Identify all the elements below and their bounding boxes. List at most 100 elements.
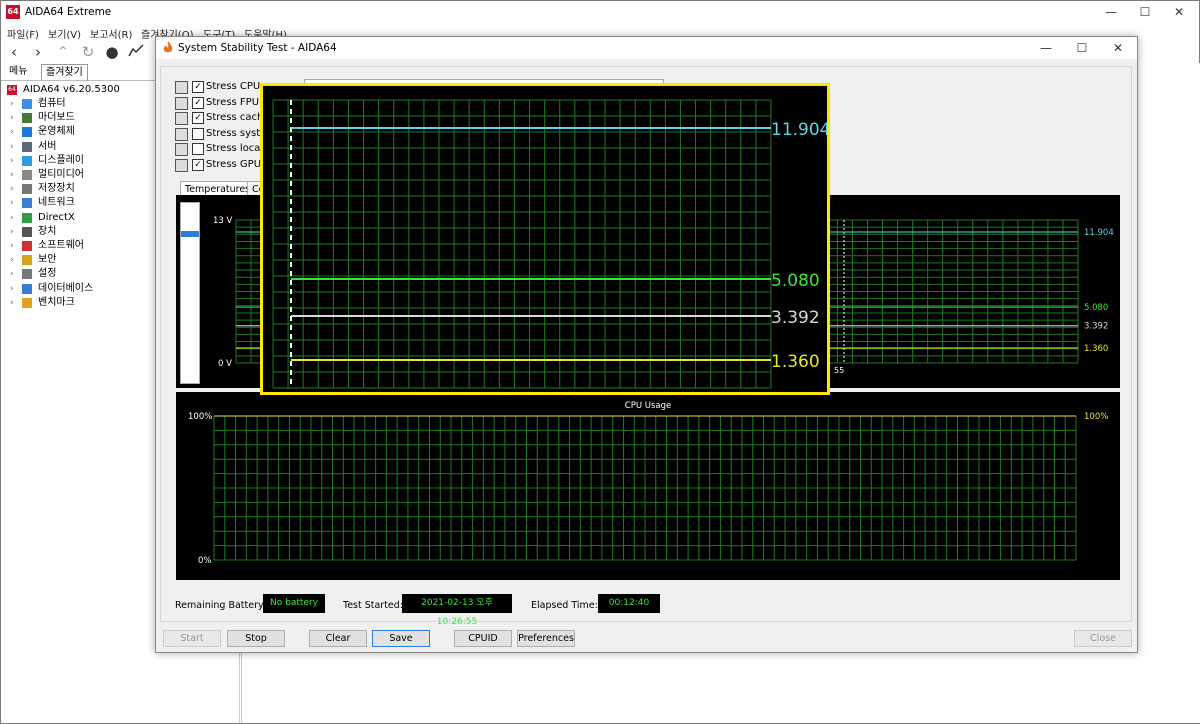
tree-item-label: 운영체제 xyxy=(38,126,75,138)
expand-chevron-icon[interactable]: › xyxy=(10,211,14,225)
user-icon[interactable]: ● xyxy=(103,43,121,61)
expand-chevron-icon[interactable]: › xyxy=(10,282,14,296)
category-icon xyxy=(22,241,32,251)
expand-chevron-icon[interactable]: › xyxy=(10,154,14,168)
aida64-icon: 64 xyxy=(7,85,17,95)
expand-chevron-icon[interactable]: › xyxy=(10,168,14,182)
menu-file[interactable]: 파일(F) xyxy=(7,26,39,41)
close-button[interactable]: Close xyxy=(1074,630,1132,647)
dialog-close-button[interactable]: ✕ xyxy=(1108,39,1128,57)
expand-chevron-icon[interactable]: › xyxy=(10,182,14,196)
battery-value: No battery xyxy=(263,594,325,613)
category-icon xyxy=(22,127,32,138)
start-button[interactable]: Start xyxy=(163,630,221,647)
tab-favorites[interactable]: 즐겨찾기 xyxy=(41,64,88,80)
expand-chevron-icon[interactable]: › xyxy=(10,253,14,267)
expand-chevron-icon[interactable]: › xyxy=(10,296,14,310)
chart-title: CPU Usage xyxy=(625,401,671,411)
category-icon xyxy=(22,99,32,109)
preferences-button[interactable]: Preferences xyxy=(517,630,575,647)
clear-button[interactable]: Clear xyxy=(309,630,367,647)
category-icon xyxy=(22,184,32,195)
tree-item-label: 컴퓨터 xyxy=(38,98,66,109)
menu-report[interactable]: 보고서(R) xyxy=(90,26,132,41)
up-icon[interactable]: ⌃ xyxy=(54,43,72,61)
series-value-label: 1.360 xyxy=(1084,344,1108,354)
device-icon xyxy=(175,159,188,172)
zoom-value-label: 5.080 xyxy=(771,271,820,291)
expand-chevron-icon[interactable]: › xyxy=(10,125,14,139)
series-value-label: 5.080 xyxy=(1084,303,1108,313)
device-icon xyxy=(175,112,188,126)
tree-item-label: 설정 xyxy=(38,268,57,280)
save-button[interactable]: Save xyxy=(372,630,430,647)
dialog-title: System Stability Test - AIDA64 xyxy=(178,42,337,54)
main-minimize-button[interactable]: — xyxy=(1101,3,1121,21)
category-icon xyxy=(22,283,32,294)
forward-icon[interactable]: › xyxy=(29,43,47,61)
graph-scroll-strip[interactable] xyxy=(180,202,200,384)
expand-chevron-icon[interactable]: › xyxy=(10,140,14,154)
zoom-value-label: 3.392 xyxy=(771,308,820,328)
stress-checkbox[interactable]: ✓ xyxy=(192,81,204,93)
tree-item-label: 저장장치 xyxy=(38,183,75,195)
expand-chevron-icon[interactable]: › xyxy=(10,196,14,210)
device-icon xyxy=(175,127,188,141)
zoom-inset-graph: 11.904 5.080 3.392 1.360 xyxy=(272,99,830,389)
stress-option-label: Stress CPU xyxy=(206,81,261,92)
category-icon xyxy=(22,198,32,209)
tree-item-label: 소프트웨어 xyxy=(38,240,84,251)
main-close-button[interactable]: ✕ xyxy=(1169,3,1189,21)
stress-checkbox[interactable]: ✓ xyxy=(192,159,204,171)
category-icon xyxy=(22,212,32,223)
test-started-value: 2021-02-13 오후 10:26:55 xyxy=(402,594,512,627)
expand-chevron-icon[interactable]: › xyxy=(10,97,14,111)
y-axis-top-label: 100% xyxy=(188,412,212,422)
stress-checkbox[interactable] xyxy=(192,143,204,156)
category-icon xyxy=(22,113,32,124)
stop-button[interactable]: Stop xyxy=(227,630,285,647)
chart-icon[interactable] xyxy=(127,43,145,61)
expand-chevron-icon[interactable]: › xyxy=(10,111,14,125)
cpuid-button[interactable]: CPUID xyxy=(454,630,512,647)
flame-icon xyxy=(163,41,173,53)
test-started-label: Test Started: xyxy=(343,600,404,611)
expand-chevron-icon[interactable]: › xyxy=(10,225,14,239)
graph-scroll-thumb[interactable] xyxy=(181,231,199,237)
zoom-value-label: 11.904 xyxy=(771,120,827,140)
back-icon[interactable]: ‹ xyxy=(5,43,23,61)
series-value-label: 3.392 xyxy=(1084,322,1108,332)
tree-root-label: AIDA64 v6.20.5300 xyxy=(23,84,120,95)
series-value-label: 11.904 xyxy=(1084,228,1114,238)
tree-item-label: 마더보드 xyxy=(38,112,75,124)
cpu-usage-graph-svg: 100% CPU Usage 100% 0% xyxy=(188,401,1108,566)
refresh-icon[interactable]: ↻ xyxy=(79,43,97,61)
battery-label: Remaining Battery: xyxy=(175,600,267,611)
category-icon xyxy=(22,155,32,166)
device-icon xyxy=(175,96,188,110)
dialog-maximize-button[interactable]: ☐ xyxy=(1072,39,1092,57)
stress-checkbox[interactable]: ✓ xyxy=(192,96,204,109)
category-icon xyxy=(22,269,32,280)
category-icon xyxy=(22,297,32,308)
elapsed-time-label: Elapsed Time: xyxy=(531,600,598,611)
stress-checkbox[interactable]: ✓ xyxy=(192,112,204,125)
aida64-app-icon: 64 xyxy=(6,5,20,19)
tree-item-label: 멀티미디어 xyxy=(38,169,84,180)
tree-item-label: 벤치마크 xyxy=(38,296,75,308)
menu-view[interactable]: 보기(V) xyxy=(48,26,81,41)
category-icon xyxy=(22,226,32,237)
expand-chevron-icon[interactable]: › xyxy=(10,267,14,281)
tree-item-label: 데이터베이스 xyxy=(38,282,94,294)
dialog-minimize-button[interactable]: — xyxy=(1036,39,1056,57)
category-icon xyxy=(22,170,32,180)
dialog-titlebar: System Stability Test - AIDA64 — ☐ ✕ xyxy=(156,37,1137,59)
main-maximize-button[interactable]: ☐ xyxy=(1135,3,1155,21)
stress-option-label: Stress FPU xyxy=(206,96,260,108)
stress-checkbox[interactable] xyxy=(192,127,204,140)
expand-chevron-icon[interactable]: › xyxy=(10,239,14,253)
y-axis-bottom-label: 0% xyxy=(198,556,212,566)
device-icon xyxy=(175,143,188,157)
tab-menu[interactable]: 메뉴 xyxy=(5,64,31,79)
category-icon xyxy=(22,255,32,266)
